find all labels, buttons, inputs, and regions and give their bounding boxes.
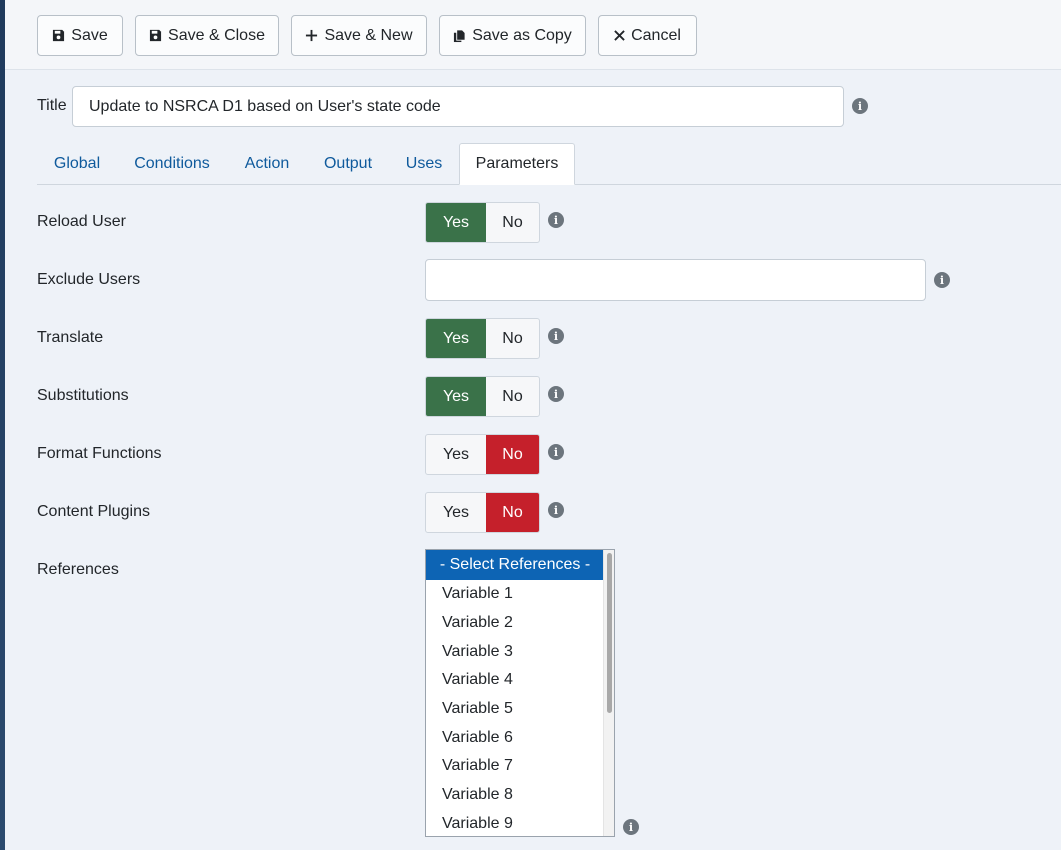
tab-uses[interactable]: Uses <box>389 143 459 185</box>
substitutions-label: Substitutions <box>37 387 129 404</box>
save-new-button[interactable]: Save & New <box>291 15 427 56</box>
save-new-button-label: Save & New <box>324 26 413 44</box>
save-as-copy-button-label: Save as Copy <box>472 26 572 44</box>
references-listbox[interactable]: - Select References - Variable 1 Variabl… <box>425 549 615 837</box>
substitutions-toggle[interactable]: Yes No <box>425 376 540 417</box>
list-item[interactable]: Variable 8 <box>426 781 604 810</box>
format-functions-no[interactable]: No <box>486 435 539 474</box>
scrollbar-thumb[interactable] <box>607 553 612 713</box>
reload-user-toggle[interactable]: Yes No <box>425 202 540 243</box>
info-icon[interactable]: i <box>852 98 868 114</box>
list-item[interactable]: Variable 1 <box>426 580 604 609</box>
save-button[interactable]: Save <box>37 15 123 56</box>
info-icon[interactable]: i <box>548 212 564 228</box>
save-icon <box>149 29 162 42</box>
list-item[interactable]: Variable 7 <box>426 752 604 781</box>
info-icon[interactable]: i <box>623 819 639 835</box>
cancel-button-label: Cancel <box>631 26 681 44</box>
tab-global[interactable]: Global <box>37 143 117 185</box>
references-placeholder-option[interactable]: - Select References - <box>426 550 604 580</box>
save-icon <box>53 29 65 42</box>
translate-label: Translate <box>37 329 104 346</box>
copy-icon <box>454 29 466 42</box>
save-button-label: Save <box>71 26 108 44</box>
tab-parameters[interactable]: Parameters <box>459 143 575 185</box>
list-item[interactable]: Variable 3 <box>426 637 604 666</box>
translate-yes[interactable]: Yes <box>426 319 486 358</box>
close-icon <box>614 30 625 41</box>
cancel-button[interactable]: Cancel <box>598 15 697 56</box>
reload-user-label: Reload User <box>37 213 126 230</box>
info-icon[interactable]: i <box>548 502 564 518</box>
save-close-button[interactable]: Save & Close <box>135 15 279 56</box>
tab-conditions[interactable]: Conditions <box>117 143 227 185</box>
translate-no[interactable]: No <box>486 319 539 358</box>
list-item[interactable]: Variable 9 <box>426 810 604 837</box>
content-plugins-label: Content Plugins <box>37 503 150 520</box>
substitutions-no[interactable]: No <box>486 377 539 416</box>
info-icon[interactable]: i <box>548 386 564 402</box>
info-icon[interactable]: i <box>934 272 950 288</box>
references-label: References <box>37 561 119 578</box>
list-item[interactable]: Variable 6 <box>426 723 604 752</box>
list-item[interactable]: Variable 4 <box>426 666 604 695</box>
title-label: Title <box>37 97 67 114</box>
save-as-copy-button[interactable]: Save as Copy <box>439 15 586 56</box>
references-scrollbar[interactable] <box>603 550 614 836</box>
content-plugins-toggle[interactable]: Yes No <box>425 492 540 533</box>
format-functions-label: Format Functions <box>37 445 162 462</box>
tab-action[interactable]: Action <box>227 143 307 185</box>
info-icon[interactable]: i <box>548 444 564 460</box>
save-close-button-label: Save & Close <box>168 26 265 44</box>
toolbar: Save Save & Close Save & New Save as Cop… <box>5 0 1061 70</box>
exclude-users-input[interactable] <box>425 259 926 301</box>
plus-icon <box>306 29 318 42</box>
tab-output[interactable]: Output <box>307 143 389 185</box>
format-functions-yes[interactable]: Yes <box>426 435 486 474</box>
info-icon[interactable]: i <box>548 328 564 344</box>
content-plugins-no[interactable]: No <box>486 493 539 532</box>
title-input[interactable]: Update to NSRCA D1 based on User's state… <box>72 86 844 127</box>
reload-user-yes[interactable]: Yes <box>426 203 486 242</box>
translate-toggle[interactable]: Yes No <box>425 318 540 359</box>
reload-user-no[interactable]: No <box>486 203 539 242</box>
exclude-users-label: Exclude Users <box>37 271 141 288</box>
list-item[interactable]: Variable 5 <box>426 695 604 724</box>
title-input-value: Update to NSRCA D1 based on User's state… <box>89 97 441 115</box>
content-plugins-yes[interactable]: Yes <box>426 493 486 532</box>
format-functions-toggle[interactable]: Yes No <box>425 434 540 475</box>
left-edge-strip <box>0 0 5 850</box>
list-item[interactable]: Variable 2 <box>426 609 604 638</box>
substitutions-yes[interactable]: Yes <box>426 377 486 416</box>
